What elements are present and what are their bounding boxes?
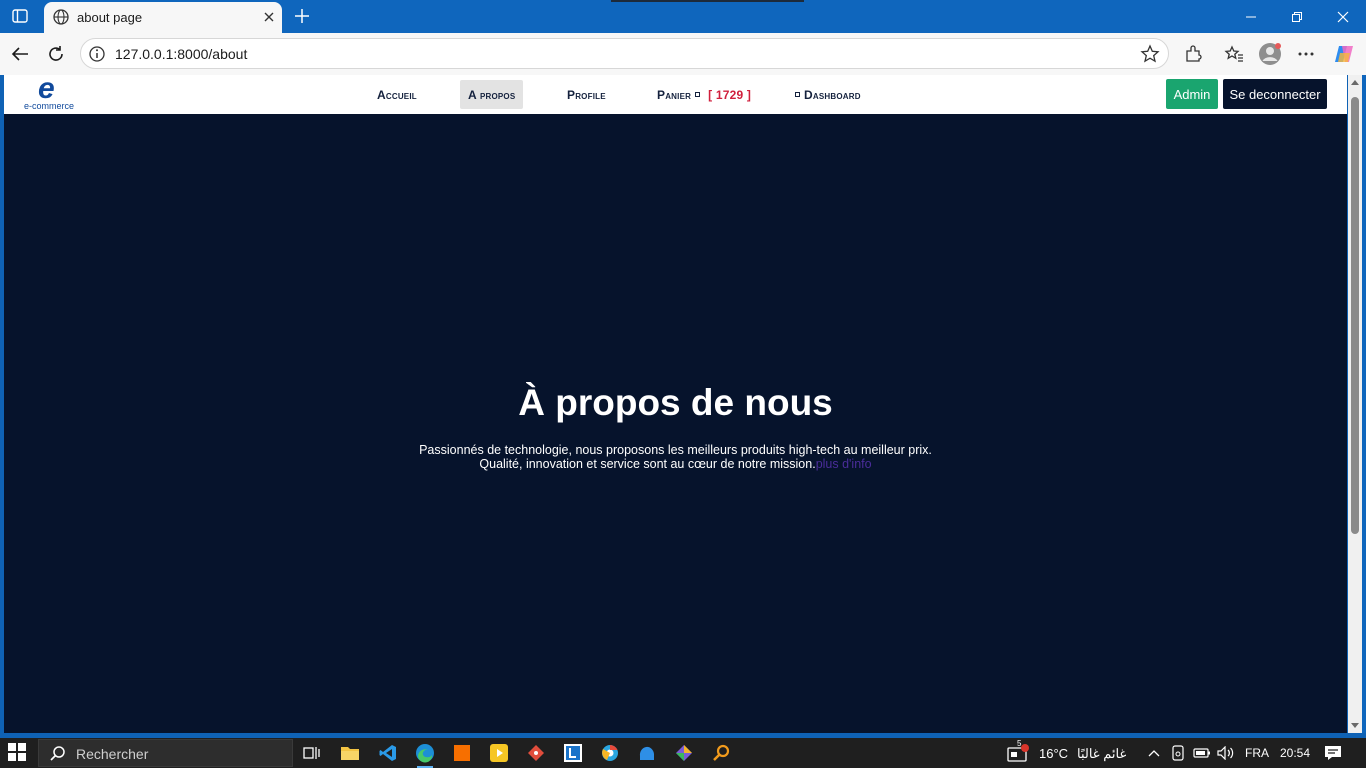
edge-browser-icon[interactable] xyxy=(413,741,437,768)
site-info-icon[interactable] xyxy=(88,45,106,68)
battery-icon[interactable] xyxy=(1190,741,1214,765)
tab-title: about page xyxy=(77,10,143,25)
site-logo[interactable]: e e-commerce xyxy=(24,75,80,112)
app-orange-icon[interactable] xyxy=(450,741,474,765)
browser-toolbar: 127.0.0.1:8000/about xyxy=(0,33,1366,75)
app-bird-icon[interactable] xyxy=(635,741,659,765)
logout-button[interactable]: Se deconnecter xyxy=(1223,79,1327,109)
search-icon xyxy=(49,745,67,768)
about-line-2-wrapper: Qualité, innovation et service sont au c… xyxy=(4,457,1347,471)
dashboard-icon xyxy=(795,92,800,97)
browser-tab-bar: about page xyxy=(0,0,1366,33)
cart-count: [ 1729 ] xyxy=(708,87,752,102)
new-tab-icon[interactable] xyxy=(290,5,314,27)
cart-icon xyxy=(695,92,701,97)
search-tool-icon[interactable] xyxy=(709,741,733,765)
task-view-icon[interactable] xyxy=(300,741,324,765)
tab-actions-icon[interactable] xyxy=(8,5,32,27)
input-language[interactable]: FRA xyxy=(1245,746,1269,760)
logo-caption: e-commerce xyxy=(24,101,75,111)
notifications-icon[interactable] xyxy=(1321,741,1345,765)
nav-dashboard[interactable]: Dashboard xyxy=(783,80,869,109)
scroll-up-icon[interactable] xyxy=(1351,79,1359,85)
app-multicolor-icon[interactable] xyxy=(672,741,696,765)
app-l-icon[interactable] xyxy=(561,741,585,765)
minimize-icon[interactable] xyxy=(1228,0,1274,33)
nav-about-label: A propos xyxy=(468,87,516,102)
window-border xyxy=(1362,75,1366,733)
address-bar[interactable]: 127.0.0.1:8000/about xyxy=(80,38,1169,69)
about-line-2: Qualité, innovation et service sont au c… xyxy=(479,457,816,471)
windows-start-icon[interactable] xyxy=(8,743,26,766)
scroll-down-icon[interactable] xyxy=(1351,723,1359,729)
windows-taskbar: Rechercher 5 16°C غائم غالبًا FRA 20:54 xyxy=(0,738,1366,768)
restore-icon[interactable] xyxy=(1274,0,1320,33)
media-player-icon[interactable] xyxy=(487,741,511,765)
site-navbar: e e-commerce Accueil A propos Profile Pa… xyxy=(4,75,1347,114)
scrollbar-thumb[interactable] xyxy=(1351,97,1359,534)
device-icon[interactable] xyxy=(1166,741,1190,765)
more-info-link[interactable]: plus d'info xyxy=(816,457,872,471)
browser-tab-active[interactable]: about page xyxy=(44,2,282,33)
page-viewport: e e-commerce Accueil A propos Profile Pa… xyxy=(4,75,1347,733)
clock[interactable]: 20:54 xyxy=(1280,746,1310,760)
search-placeholder: Rechercher xyxy=(76,746,149,762)
url-text[interactable]: 127.0.0.1:8000/about xyxy=(115,46,247,62)
about-line-1: Passionnés de technologie, nous proposon… xyxy=(419,443,932,457)
git-icon[interactable] xyxy=(524,741,548,765)
admin-button[interactable]: Admin xyxy=(1166,79,1218,109)
globe-icon xyxy=(52,8,70,31)
volume-icon[interactable] xyxy=(1214,741,1238,765)
favorites-icon[interactable] xyxy=(1221,41,1247,67)
back-arrow-icon[interactable] xyxy=(7,41,33,67)
refresh-icon[interactable] xyxy=(43,41,69,67)
file-explorer-icon[interactable] xyxy=(338,741,362,765)
nav-home-label: Accueil xyxy=(377,87,417,102)
chrome-icon[interactable] xyxy=(598,741,622,765)
nav-home[interactable]: Accueil xyxy=(369,80,425,109)
taskbar-search[interactable]: Rechercher xyxy=(38,739,293,767)
nav-dashboard-label: Dashboard xyxy=(804,87,861,102)
extensions-icon[interactable] xyxy=(1180,41,1206,67)
nav-profile-label: Profile xyxy=(567,87,606,102)
close-tab-icon[interactable] xyxy=(260,8,278,31)
nav-cart-label: Panier xyxy=(657,87,692,102)
nav-cart[interactable]: Panier [ 1729 ] xyxy=(649,80,759,109)
nav-profile[interactable]: Profile xyxy=(559,80,614,109)
page-scrollbar[interactable] xyxy=(1348,75,1362,733)
copilot-icon[interactable] xyxy=(1331,41,1357,67)
vscode-icon[interactable] xyxy=(376,741,400,765)
more-options-icon[interactable] xyxy=(1293,41,1319,67)
about-title: À propos de nous xyxy=(518,382,833,423)
window-drag-strip xyxy=(611,0,804,2)
notification-badge: 5 xyxy=(1017,739,1022,748)
nav-about[interactable]: A propos xyxy=(460,80,524,109)
profile-avatar-icon[interactable] xyxy=(1257,41,1283,67)
about-description: Passionnés de technologie, nous proposon… xyxy=(4,443,1347,471)
chevron-up-icon[interactable] xyxy=(1142,741,1166,765)
close-window-icon[interactable] xyxy=(1320,0,1366,33)
favorite-star-icon[interactable] xyxy=(1140,44,1160,69)
weather-temp[interactable]: 16°C xyxy=(1039,746,1068,761)
weather-desc[interactable]: غائم غالبًا xyxy=(1077,746,1126,762)
